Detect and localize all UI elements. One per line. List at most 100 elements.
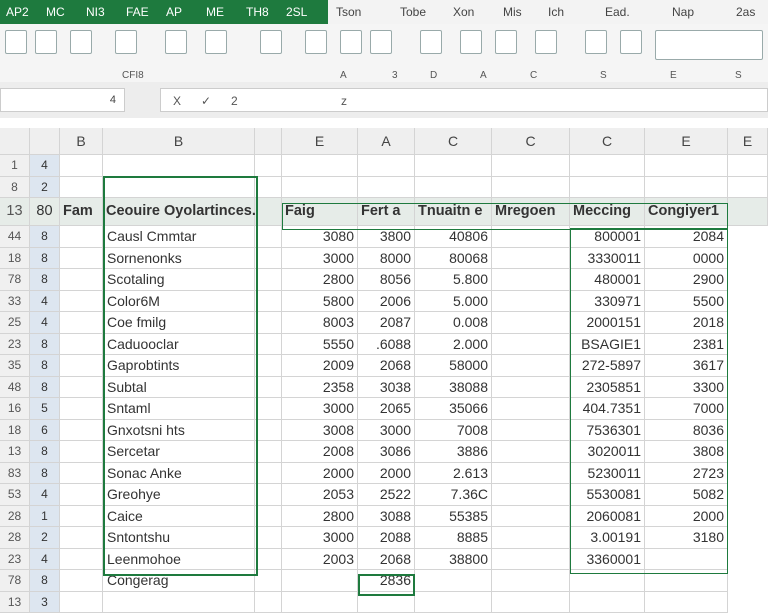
- cell[interactable]: [358, 591, 415, 613]
- cell[interactable]: [282, 591, 358, 613]
- cell[interactable]: Sonac Anke: [103, 462, 255, 484]
- cell[interactable]: [60, 484, 103, 506]
- cell[interactable]: 3000: [358, 419, 415, 441]
- header-cell[interactable]: Tnuaitn e: [415, 198, 492, 226]
- row-header[interactable]: 1: [0, 155, 30, 177]
- ribbon-button-icon[interactable]: [585, 30, 607, 54]
- row-header[interactable]: 4: [30, 312, 60, 334]
- cell[interactable]: [255, 484, 282, 506]
- cell[interactable]: [60, 226, 103, 248]
- ribbon-tab[interactable]: AP: [166, 5, 182, 19]
- cell[interactable]: 3038: [358, 376, 415, 398]
- cell[interactable]: 3080: [282, 226, 358, 248]
- cell[interactable]: 2800: [282, 269, 358, 291]
- cell[interactable]: 35066: [415, 398, 492, 420]
- ribbon-button-icon[interactable]: [620, 30, 642, 54]
- cell[interactable]: 8000: [358, 247, 415, 269]
- row-header[interactable]: 28: [0, 527, 30, 549]
- cell[interactable]: 3000: [282, 247, 358, 269]
- cell[interactable]: 7008: [415, 419, 492, 441]
- row-header[interactable]: 13: [0, 198, 30, 226]
- cell[interactable]: [255, 155, 282, 177]
- cell[interactable]: [492, 419, 570, 441]
- cell[interactable]: [492, 484, 570, 506]
- cell[interactable]: [415, 155, 492, 177]
- column-header[interactable]: [0, 128, 30, 155]
- cell[interactable]: [492, 290, 570, 312]
- cell[interactable]: 2003: [282, 548, 358, 570]
- cell[interactable]: 55385: [415, 505, 492, 527]
- cell[interactable]: [358, 155, 415, 177]
- ribbon-tab[interactable]: Ead.: [605, 5, 630, 19]
- cell[interactable]: [60, 269, 103, 291]
- cell[interactable]: .6088: [358, 333, 415, 355]
- ribbon-button-icon[interactable]: [165, 30, 187, 54]
- cell[interactable]: 3086: [358, 441, 415, 463]
- cell[interactable]: 3886: [415, 441, 492, 463]
- row-header[interactable]: 4: [30, 290, 60, 312]
- cell[interactable]: 8056: [358, 269, 415, 291]
- cell[interactable]: [255, 527, 282, 549]
- cell[interactable]: [60, 505, 103, 527]
- cell[interactable]: [415, 176, 492, 198]
- cell[interactable]: Gnxotsni hts: [103, 419, 255, 441]
- ribbon-tab[interactable]: Mis: [503, 5, 522, 19]
- cell[interactable]: 2836: [358, 570, 415, 592]
- cell[interactable]: 7.36C: [415, 484, 492, 506]
- cell[interactable]: [255, 333, 282, 355]
- ribbon-button-icon[interactable]: [35, 30, 57, 54]
- row-header[interactable]: 44: [0, 226, 30, 248]
- cell[interactable]: [728, 155, 768, 177]
- cell[interactable]: 2000: [358, 462, 415, 484]
- cell[interactable]: Coe fmilg: [103, 312, 255, 334]
- cell[interactable]: [492, 269, 570, 291]
- name-box[interactable]: 4: [0, 88, 125, 112]
- row-header[interactable]: 8: [30, 376, 60, 398]
- cell[interactable]: [570, 155, 645, 177]
- cell[interactable]: [492, 441, 570, 463]
- cell[interactable]: [60, 527, 103, 549]
- cell[interactable]: 58000: [415, 355, 492, 377]
- row-header[interactable]: 2: [30, 176, 60, 198]
- cell[interactable]: [645, 176, 728, 198]
- cell[interactable]: [645, 570, 728, 592]
- ribbon-tab[interactable]: TH8: [246, 5, 269, 19]
- row-header[interactable]: 8: [30, 462, 60, 484]
- cell[interactable]: 480001: [570, 269, 645, 291]
- cell[interactable]: Sercetar: [103, 441, 255, 463]
- ribbon-button-icon[interactable]: [460, 30, 482, 54]
- row-header[interactable]: 53: [0, 484, 30, 506]
- cell[interactable]: 5.000: [415, 290, 492, 312]
- cell[interactable]: 2900: [645, 269, 728, 291]
- ribbon-button-icon[interactable]: [205, 30, 227, 54]
- cell[interactable]: 404.7351: [570, 398, 645, 420]
- cell[interactable]: 2000: [645, 505, 728, 527]
- cell[interactable]: [492, 226, 570, 248]
- cell[interactable]: [492, 591, 570, 613]
- cell[interactable]: 2305851: [570, 376, 645, 398]
- column-header[interactable]: E: [282, 128, 358, 155]
- ribbon-tab[interactable]: 2SL: [286, 5, 307, 19]
- row-header[interactable]: 83: [0, 462, 30, 484]
- cell[interactable]: [492, 462, 570, 484]
- row-header[interactable]: 28: [0, 505, 30, 527]
- cell[interactable]: [255, 570, 282, 592]
- cell[interactable]: Gaprobtints: [103, 355, 255, 377]
- column-header[interactable]: C: [415, 128, 492, 155]
- cell[interactable]: 8036: [645, 419, 728, 441]
- ribbon-button-icon[interactable]: [305, 30, 327, 54]
- cell[interactable]: BSAGIE1: [570, 333, 645, 355]
- cell[interactable]: 3617: [645, 355, 728, 377]
- header-cell[interactable]: Fam: [60, 198, 103, 226]
- cell[interactable]: 3020011: [570, 441, 645, 463]
- ribbon-tab[interactable]: Xon: [453, 5, 474, 19]
- cell[interactable]: 2522: [358, 484, 415, 506]
- column-header[interactable]: C: [492, 128, 570, 155]
- cell[interactable]: 3330011: [570, 247, 645, 269]
- row-header[interactable]: 8: [30, 269, 60, 291]
- header-cell[interactable]: Fert a: [358, 198, 415, 226]
- cell[interactable]: 8003: [282, 312, 358, 334]
- cell[interactable]: 3180: [645, 527, 728, 549]
- cell[interactable]: 7000: [645, 398, 728, 420]
- cell[interactable]: 5082: [645, 484, 728, 506]
